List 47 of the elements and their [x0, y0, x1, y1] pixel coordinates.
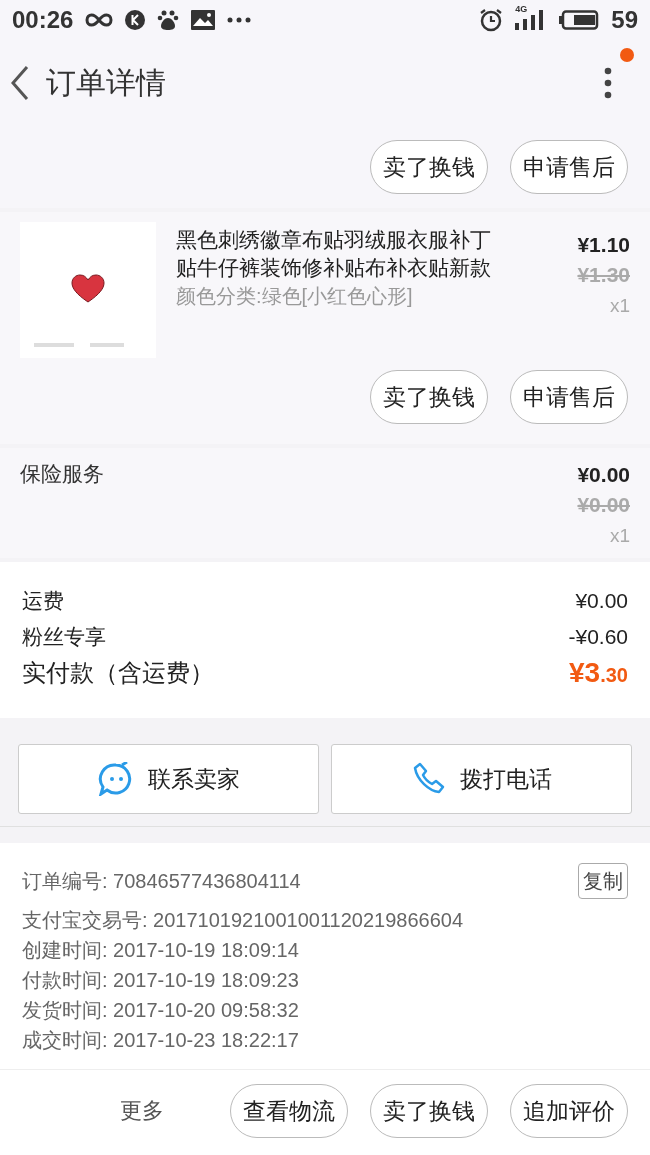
order-info-line: 订单编号: 70846577436804114	[22, 869, 301, 894]
order-info-line: 付款时间: 2017-10-19 18:09:23	[22, 968, 299, 993]
more-dots-icon	[227, 17, 252, 23]
fee-amount: -¥0.60	[568, 624, 628, 650]
page-title: 订单详情	[46, 64, 166, 101]
chat-face-icon	[97, 762, 134, 796]
order-info-line: 支付宝交易号: 2017101921001001120219866604	[22, 908, 464, 933]
infinity-icon	[85, 13, 114, 27]
alarm-icon	[479, 8, 504, 32]
action-button[interactable]: 查看物流	[230, 1084, 348, 1138]
original-price: ¥1.30	[577, 262, 630, 288]
quantity: x1	[609, 294, 630, 318]
total-amount: ¥3.30	[569, 658, 628, 690]
status-time: 00:26	[12, 6, 74, 34]
original-price: ¥0.00	[577, 492, 630, 518]
network-type: 4G	[515, 4, 528, 14]
k-circle-icon	[125, 10, 146, 30]
total-label: 运费	[22, 588, 64, 614]
paw-icon	[157, 9, 180, 31]
action-button[interactable]: 申请售后	[510, 370, 628, 424]
battery-percent: 59	[611, 6, 638, 34]
total-label: 粉丝专享	[22, 624, 106, 650]
action-button[interactable]: 申请售后	[510, 140, 628, 194]
copy-button[interactable]: 复制	[578, 863, 628, 899]
quantity: x1	[609, 524, 630, 548]
more-link[interactable]: 更多	[120, 1096, 164, 1126]
contact-button[interactable]: 拨打电话	[331, 744, 632, 814]
action-button[interactable]: 卖了换钱	[370, 370, 488, 424]
order-info-line: 成交时间: 2017-10-23 18:22:17	[22, 1028, 299, 1053]
image-icon	[191, 10, 216, 30]
insurance-label: 保险服务	[20, 461, 104, 487]
action-button[interactable]: 追加评价	[510, 1084, 628, 1138]
order-info-line: 创建时间: 2017-10-19 18:09:14	[22, 938, 299, 963]
phone-icon	[411, 762, 446, 796]
product-title: 黑色刺绣徽章布贴羽绒服衣服补丁贴牛仔裤装饰修补贴布补衣贴新款	[176, 227, 492, 281]
fee-amount: ¥0.00	[575, 588, 628, 614]
back-icon[interactable]	[10, 65, 30, 101]
action-button[interactable]: 卖了换钱	[370, 140, 488, 194]
order-info-line: 发货时间: 2017-10-20 09:58:32	[22, 998, 299, 1023]
battery-icon	[559, 10, 600, 30]
product-variant: 颜色分类:绿色[小红色心形]	[176, 284, 414, 309]
price: ¥0.00	[577, 462, 630, 488]
action-button[interactable]: 卖了换钱	[370, 1084, 488, 1138]
price: ¥1.10	[577, 232, 630, 258]
more-menu-icon[interactable]	[604, 67, 612, 99]
contact-button[interactable]: 联系卖家	[18, 744, 319, 814]
total-label: 实付款（含运费）	[22, 658, 214, 688]
